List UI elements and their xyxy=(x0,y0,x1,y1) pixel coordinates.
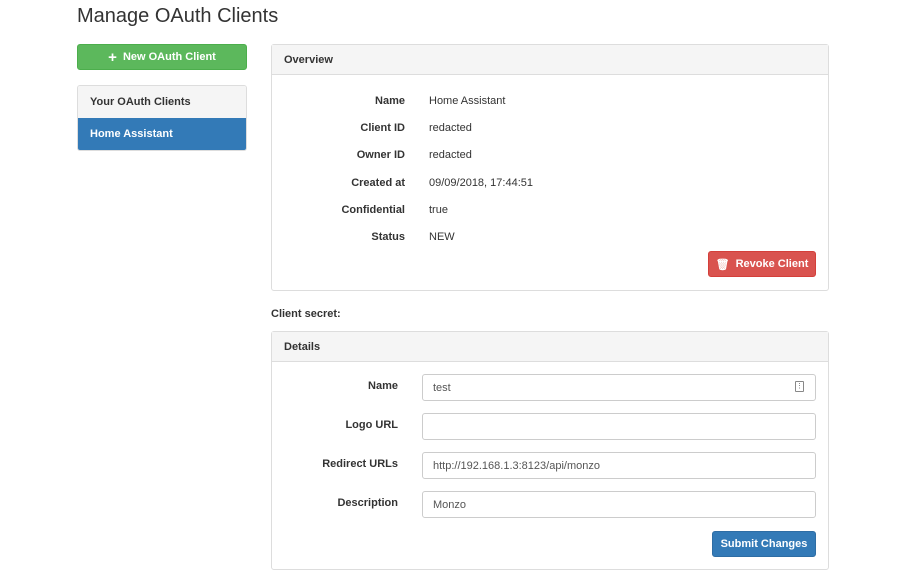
page-title: Manage OAuth Clients xyxy=(77,5,279,27)
description-field-row: Description xyxy=(272,491,828,518)
client-list-header: Your OAuth Clients xyxy=(78,86,246,118)
overview-row: Confidential true xyxy=(341,204,448,216)
plus-icon: + xyxy=(108,48,117,66)
logo-url-input[interactable] xyxy=(422,413,816,440)
overview-row: Status NEW xyxy=(371,231,455,243)
redirect-urls-field-row: Redirect URLs xyxy=(272,452,828,479)
overview-panel-title: Overview xyxy=(272,45,828,75)
overview-row: Name Home Assistant xyxy=(375,95,506,107)
client-list: Your OAuth Clients Home Assistant xyxy=(77,85,247,151)
overview-row: Client ID redacted xyxy=(360,122,472,134)
overview-row: Owner ID redacted xyxy=(356,149,472,161)
logo-url-field-row: Logo URL xyxy=(272,413,828,440)
overview-panel: Overview Name Home Assistant Client ID red… xyxy=(271,44,829,291)
submit-changes-button[interactable]: Submit Changes xyxy=(712,531,816,557)
revoke-client-button[interactable]: 🗑 Revoke Client xyxy=(708,251,816,277)
client-list-item[interactable]: Home Assistant xyxy=(78,118,246,150)
details-panel: Details Name ⋮ Logo URL Redirect URLs De… xyxy=(271,331,829,570)
name-input[interactable] xyxy=(422,374,816,401)
trash-icon: 🗑 xyxy=(715,258,730,271)
client-secret-label: Client secret: xyxy=(271,308,341,320)
new-oauth-client-button[interactable]: + New OAuth Client xyxy=(77,44,247,70)
name-field-row: Name ⋮ xyxy=(272,374,828,401)
details-panel-title: Details xyxy=(272,332,828,362)
description-input[interactable] xyxy=(422,491,816,518)
autofill-icon[interactable]: ⋮ xyxy=(795,381,804,392)
redirect-urls-input[interactable] xyxy=(422,452,816,479)
overview-row: Created at 09/09/2018, 17:44:51 xyxy=(351,177,533,189)
